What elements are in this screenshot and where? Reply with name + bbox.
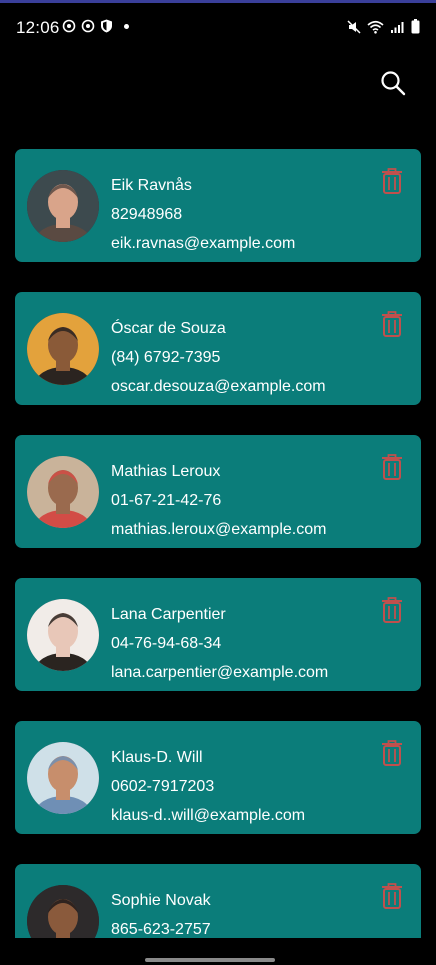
contact-phone: 865-623-2757 [111,921,211,938]
contact-name: Klaus-D. Will [111,749,203,766]
contact-card[interactable]: Mathias Leroux 01-67-21-42-76 mathias.lero… [15,435,421,548]
avatar [27,456,99,528]
contact-email: lana.carpentier@example.com [111,664,329,681]
delete-button[interactable] [379,738,405,768]
trash-icon [382,454,402,480]
contact-email: klaus-d..will@example.com [111,807,306,824]
contact-list[interactable]: Eik Ravnås 82948968 eik.ravnas@example.com… [0,0,436,938]
trash-icon [382,740,402,766]
contact-email: eik.ravnas@example.com [111,235,296,252]
avatar [27,170,99,242]
contact-details: Mathias Leroux 01-67-21-42-76 mathias.lero… [111,457,326,544]
delete-button[interactable] [379,881,405,911]
contact-name: Óscar de Souza [111,320,226,337]
avatar [27,885,99,938]
contact-card[interactable]: Sophie Novak 865-623-2757 [15,864,421,938]
trash-icon [382,311,402,337]
contact-phone: (84) 6792-7395 [111,349,221,366]
navigation-handle[interactable] [145,958,275,962]
trash-icon [382,168,402,194]
contact-name: Lana Carpentier [111,606,226,623]
contact-name: Mathias Leroux [111,463,221,480]
contact-phone: 82948968 [111,206,183,223]
contact-details: Eik Ravnås 82948968 eik.ravnas@example.com [111,171,295,258]
trash-icon [382,597,402,623]
contact-details: Lana Carpentier 04-76-94-68-34 lana.carpen… [111,600,328,687]
delete-button[interactable] [379,166,405,196]
contact-phone: 0602-7917203 [111,778,215,795]
avatar [27,599,99,671]
trash-icon [382,883,402,909]
delete-button[interactable] [379,595,405,625]
contact-email: oscar.desouza@example.com [111,378,326,395]
contact-name: Eik Ravnås [111,177,192,194]
avatar [27,742,99,814]
contact-name: Sophie Novak [111,892,211,909]
contact-details: Óscar de Souza (84) 6792-7395 oscar.desouz… [111,314,326,401]
contact-details: Klaus-D. Will 0602-7917203 klaus-d..will@e… [111,743,305,830]
contact-card[interactable]: Klaus-D. Will 0602-7917203 klaus-d..will@e… [15,721,421,834]
delete-button[interactable] [379,309,405,339]
contact-card[interactable]: Óscar de Souza (84) 6792-7395 oscar.desouz… [15,292,421,405]
delete-button[interactable] [379,452,405,482]
avatar [27,313,99,385]
contact-card[interactable]: Lana Carpentier 04-76-94-68-34 lana.carpen… [15,578,421,691]
contact-email: mathias.leroux@example.com [111,521,327,538]
contact-details: Sophie Novak 865-623-2757 [111,886,211,938]
contact-phone: 01-67-21-42-76 [111,492,222,509]
contact-card[interactable]: Eik Ravnås 82948968 eik.ravnas@example.com [15,149,421,262]
contact-phone: 04-76-94-68-34 [111,635,222,652]
